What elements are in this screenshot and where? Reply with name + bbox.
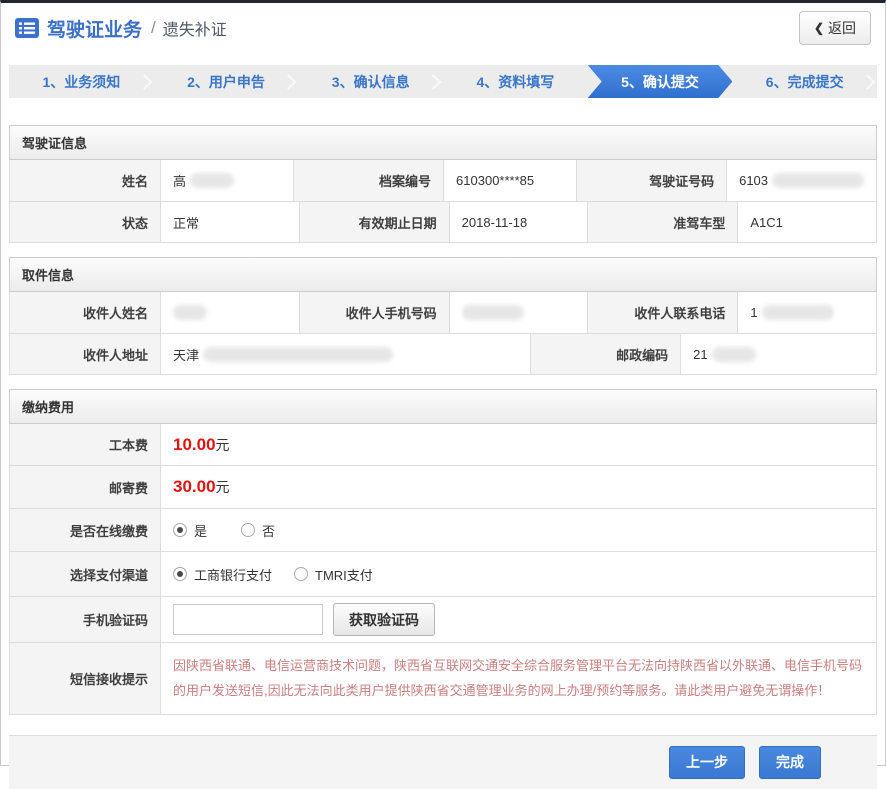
recipient-mobile-label: 收件人手机号码: [299, 292, 449, 333]
name-value: 高: [160, 160, 293, 201]
post-fee-value: 30.00元: [160, 466, 876, 508]
expiry-date-label: 有效期止日期: [299, 202, 449, 242]
step-tab-3[interactable]: 3、确认信息: [298, 65, 443, 98]
license-number-label: 驾驶证号码: [576, 160, 726, 201]
previous-step-button[interactable]: 上一步: [669, 746, 745, 779]
step-tab-2[interactable]: 2、用户申告: [154, 65, 299, 98]
license-info-section: 驾驶证信息 姓名 高 档案编号 610300****85 驾驶证号码 6103: [9, 125, 877, 243]
pay-channel-label: 选择支付渠道: [10, 552, 160, 596]
sms-notice-row: 短信接收提示 因陕西省联通、电信运营商技术问题，陕西省互联网交通安全综合服务管理…: [10, 642, 876, 714]
back-arrow-icon: ❮: [814, 21, 824, 35]
captcha-row: 手机验证码 获取验证码: [10, 596, 876, 642]
post-fee-unit: 元: [216, 477, 230, 497]
radio-unchecked-icon[interactable]: [241, 523, 255, 537]
back-button[interactable]: ❮ 返回: [799, 11, 871, 45]
footer-action-bar: 上一步 完成: [9, 735, 877, 789]
post-fee-amount: 30.00: [173, 477, 216, 497]
page: 驾驶证业务 / 遗失补证 ❮ 返回 1、业务须知 2、用户申告 3、确认信息 4…: [0, 0, 886, 766]
finish-button[interactable]: 完成: [759, 746, 821, 779]
recipient-phone-label: 收件人联系电话: [587, 292, 737, 333]
online-pay-label: 是否在线缴费: [10, 509, 160, 551]
post-fee-label: 邮寄费: [10, 466, 160, 508]
redacted-value: [762, 305, 834, 320]
status-value: 正常: [160, 202, 299, 242]
breadcrumb-divider: /: [151, 18, 156, 38]
page-title: 驾驶证业务: [47, 15, 142, 42]
step-tab-1[interactable]: 1、业务须知: [9, 65, 154, 98]
table-row: 收件人地址 天津 邮政编码 21: [10, 333, 876, 374]
pickup-info-section: 取件信息 收件人姓名 收件人手机号码 收件人联系电话 1: [9, 257, 877, 375]
redacted-value: [190, 173, 234, 188]
file-number-label: 档案编号: [293, 160, 443, 201]
license-section-title: 驾驶证信息: [9, 125, 877, 160]
payment-section: 缴纳费用 工本费 10.00元 邮寄费 30.00元 是否在线缴费: [9, 389, 877, 715]
name-label: 姓名: [10, 160, 160, 201]
page-header: 驾驶证业务 / 遗失补证 ❮ 返回: [9, 3, 877, 53]
captcha-label: 手机验证码: [10, 597, 160, 642]
step-tab-6[interactable]: 6、完成提交: [732, 65, 877, 98]
status-label: 状态: [10, 202, 160, 242]
page-subtitle: 遗失补证: [163, 16, 227, 40]
expiry-date-value: 2018-11-18: [449, 202, 588, 242]
sms-notice-text: 因陕西省联通、电信运营商技术问题，陕西省互联网交通安全综合服务管理平台无法向持陕…: [160, 643, 876, 714]
table-row: 状态 正常 有效期止日期 2018-11-18 准驾车型 A1C1: [10, 201, 876, 242]
back-button-label: 返回: [828, 18, 856, 38]
recipient-address-label: 收件人地址: [10, 334, 160, 374]
work-fee-label: 工本费: [10, 424, 160, 465]
step-tab-4[interactable]: 4、资料填写: [443, 65, 588, 98]
vehicle-class-label: 准驾车型: [587, 202, 737, 242]
online-pay-row: 是否在线缴费 是 否: [10, 508, 876, 551]
redacted-value: [203, 347, 393, 362]
radio-checked-icon[interactable]: [173, 567, 187, 581]
work-fee-row: 工本费 10.00元: [10, 424, 876, 465]
tmri-pay-option[interactable]: TMRI支付: [294, 565, 373, 584]
zip-code-label: 邮政编码: [530, 334, 680, 374]
license-number-value: 6103: [726, 160, 876, 201]
icbc-pay-option[interactable]: 工商银行支付: [173, 565, 272, 584]
step-tab-5-active[interactable]: 5、确认提交: [588, 65, 733, 98]
payment-section-title: 缴纳费用: [9, 389, 877, 424]
pay-channel-row: 选择支付渠道 工商银行支付 TMRI支付: [10, 551, 876, 596]
redacted-value: [462, 305, 524, 320]
pickup-section-title: 取件信息: [9, 257, 877, 292]
table-row: 收件人姓名 收件人手机号码 收件人联系电话 1: [10, 292, 876, 333]
recipient-mobile-value: [449, 292, 588, 333]
recipient-name-value: [160, 292, 299, 333]
radio-checked-icon[interactable]: [173, 523, 187, 537]
list-icon: [15, 18, 39, 38]
captcha-input[interactable]: [173, 604, 323, 635]
online-pay-no-option[interactable]: 否: [241, 521, 275, 540]
work-fee-unit: 元: [216, 435, 230, 455]
redacted-value: [173, 305, 207, 320]
radio-unchecked-icon[interactable]: [294, 567, 308, 581]
redacted-value: [712, 347, 756, 362]
sms-notice-label: 短信接收提示: [10, 643, 160, 714]
step-progress-bar: 1、业务须知 2、用户申告 3、确认信息 4、资料填写 5、确认提交 6、完成提…: [9, 65, 877, 98]
work-fee-amount: 10.00: [173, 435, 216, 455]
work-fee-value: 10.00元: [160, 424, 876, 465]
recipient-name-label: 收件人姓名: [10, 292, 160, 333]
online-pay-options: 是 否: [173, 521, 275, 540]
get-captcha-button[interactable]: 获取验证码: [333, 603, 435, 636]
recipient-address-value: 天津: [160, 334, 530, 374]
redacted-value: [772, 173, 864, 188]
post-fee-row: 邮寄费 30.00元: [10, 465, 876, 508]
table-row: 姓名 高 档案编号 610300****85 驾驶证号码 6103: [10, 160, 876, 201]
vehicle-class-value: A1C1: [737, 202, 876, 242]
recipient-phone-value: 1: [737, 292, 876, 333]
online-pay-yes-option[interactable]: 是: [173, 521, 207, 540]
pay-channel-options: 工商银行支付 TMRI支付: [173, 565, 373, 584]
zip-code-value: 21: [680, 334, 876, 374]
file-number-value: 610300****85: [443, 160, 576, 201]
